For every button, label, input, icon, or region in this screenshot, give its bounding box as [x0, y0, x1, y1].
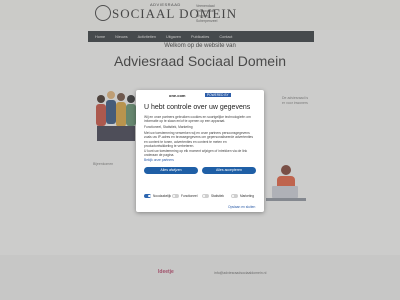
save-and-close-link[interactable]: Opslaan en sluiten [228, 205, 255, 209]
toggle-switch-icon[interactable] [144, 194, 151, 198]
consent-purposes: Functioneel, Statistiek, Marketing [144, 125, 193, 129]
cookie-consent-dialog: one.com POWERED BY U hebt controle over … [136, 90, 264, 212]
toggle-switch-icon[interactable] [172, 194, 179, 198]
dialog-title: U hebt controle over uw gegevens [144, 104, 251, 111]
toggle-label: Noodzakelijk [153, 194, 172, 198]
consent-intro: Wij en onze partners gebruiken cookies e… [144, 115, 251, 124]
toggle-functional[interactable]: Functioneel [172, 193, 197, 199]
toggle-label: Marketing [240, 194, 254, 198]
toggle-label: Functioneel [181, 194, 198, 198]
website-page: ADVIESRAAD SOCIAAL DOMEIN Veenendaal Ren… [0, 0, 400, 300]
toggle-statistics[interactable]: Statistiek [202, 193, 224, 199]
accept-all-button[interactable]: Alles accepteren [202, 167, 256, 174]
consent-body-2: U kunt uw toestemming op elk moment wijz… [144, 149, 248, 158]
brand-badge: POWERED BY [205, 93, 231, 97]
toggle-switch-icon[interactable] [202, 194, 209, 198]
partners-link[interactable]: Bekijk onze partners [144, 158, 256, 162]
brand-logo: one.com [169, 93, 186, 98]
toggle-label: Statistiek [211, 194, 224, 198]
toggle-necessary[interactable]: Noodzakelijk [144, 193, 171, 199]
reject-all-button[interactable]: Alles afwijzen [144, 167, 198, 174]
toggle-marketing[interactable]: Marketing [231, 193, 254, 199]
toggle-switch-icon[interactable] [231, 194, 238, 198]
consent-body: Met uw toestemming verwerken wij en onze… [144, 131, 254, 148]
